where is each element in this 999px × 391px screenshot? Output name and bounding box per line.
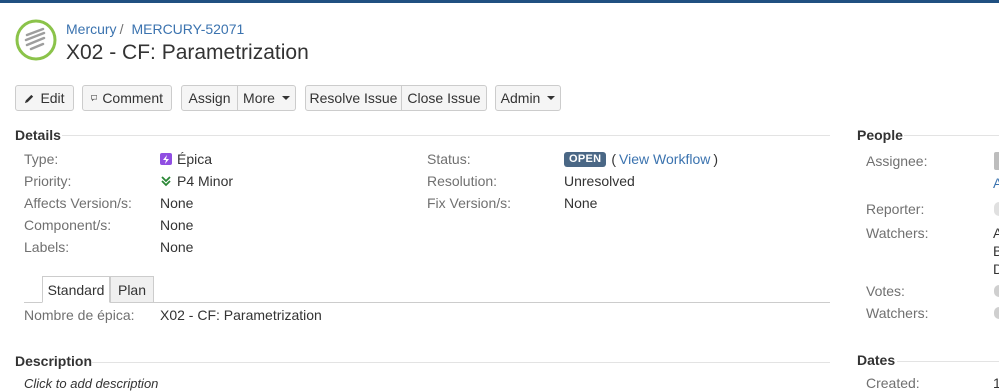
labels-label: Labels: — [24, 239, 70, 255]
type-value: Épica — [160, 151, 212, 167]
components-value[interactable]: None — [160, 217, 193, 233]
people-divider — [904, 135, 999, 136]
close-issue-button-label: Close Issue — [407, 90, 481, 106]
people-heading[interactable]: People — [857, 127, 903, 143]
breadcrumb-project-link[interactable]: Mercury — [66, 21, 117, 37]
status-close-paren: ) — [713, 151, 719, 167]
status-open-paren: ( — [611, 151, 617, 167]
details-divider — [62, 135, 830, 136]
assignee-avatar[interactable] — [994, 152, 999, 170]
more-button-label: More — [243, 90, 275, 106]
created-label: Created: — [866, 375, 920, 391]
admin-button-label: Admin — [500, 90, 541, 106]
description-placeholder[interactable]: Click to add description — [24, 376, 158, 391]
created-value: 1 — [993, 375, 999, 391]
breadcrumb: Mercury / MERCURY-52071 — [66, 21, 244, 37]
resolution-value: Unresolved — [564, 173, 635, 189]
labels-value[interactable]: None — [160, 239, 193, 255]
priority-label: Priority: — [24, 173, 72, 189]
chevron-down-icon — [281, 96, 290, 100]
watchers-count-badge[interactable] — [994, 307, 999, 319]
project-avatar-icon[interactable] — [15, 19, 57, 61]
watchers-label: Watchers: — [866, 225, 929, 241]
affects-version-value[interactable]: None — [160, 195, 193, 211]
assign-button-label: Assign — [188, 90, 231, 106]
description-heading[interactable]: Description — [15, 353, 92, 369]
votes-badge[interactable] — [994, 285, 999, 297]
epic-name-value[interactable]: X02 - CF: Parametrization — [160, 307, 322, 323]
epic-icon — [160, 153, 172, 165]
watchers-value-1: A — [993, 225, 999, 241]
priority-value-text: P4 Minor — [177, 173, 234, 189]
description-divider — [92, 362, 830, 363]
chevron-down-icon — [547, 96, 556, 100]
assignee-label: Assignee: — [866, 153, 928, 169]
type-value-text: Épica — [177, 151, 213, 167]
breadcrumb-issue-key-link[interactable]: MERCURY-52071 — [131, 21, 244, 37]
assign-button[interactable]: Assign — [181, 85, 238, 111]
view-workflow-link[interactable]: View Workflow — [619, 151, 710, 167]
pencil-icon — [25, 94, 34, 103]
status-label: Status: — [427, 151, 471, 167]
tab-plan[interactable]: Plan — [110, 276, 154, 303]
close-issue-button[interactable]: Close Issue — [402, 85, 487, 111]
header-bar — [0, 0, 999, 3]
priority-value: P4 Minor — [160, 173, 233, 189]
watchers-value-2: B — [993, 243, 999, 259]
comment-button-label: Comment — [102, 90, 163, 106]
edit-button[interactable]: Edit — [15, 85, 74, 111]
reporter-avatar[interactable] — [994, 202, 999, 216]
votes-label: Votes: — [866, 283, 905, 299]
more-button[interactable]: More — [238, 85, 296, 111]
admin-button[interactable]: Admin — [495, 85, 561, 111]
resolve-issue-button-label: Resolve Issue — [309, 90, 398, 106]
resolution-label: Resolution: — [427, 173, 498, 189]
resolve-issue-button[interactable]: Resolve Issue — [305, 85, 402, 111]
comment-button[interactable]: Comment — [82, 85, 172, 111]
priority-minor-icon — [161, 176, 171, 187]
assignee-link[interactable]: A — [993, 175, 999, 191]
status-badge: OPEN — [564, 151, 607, 167]
dates-heading[interactable]: Dates — [857, 352, 895, 368]
edit-button-label: Edit — [40, 90, 65, 106]
affects-version-label: Affects Version/s: — [24, 195, 132, 211]
status-value: OPEN (View Workflow) — [564, 151, 718, 167]
epic-name-label: Nombre de épica: — [24, 307, 135, 323]
breadcrumb-separator: / — [119, 21, 124, 37]
watchers-value-3: D — [993, 261, 999, 277]
details-heading[interactable]: Details — [15, 127, 61, 143]
fix-version-value[interactable]: None — [564, 195, 597, 211]
reporter-label: Reporter: — [866, 201, 925, 217]
fix-version-label: Fix Version/s: — [427, 195, 512, 211]
comment-icon — [91, 95, 98, 102]
dates-divider — [897, 361, 999, 362]
components-label: Component/s: — [24, 217, 112, 233]
issue-title[interactable]: X02 - CF: Parametrization — [66, 41, 309, 65]
watchers-count-label: Watchers: — [866, 305, 929, 321]
type-label: Type: — [24, 151, 59, 167]
tab-standard[interactable]: Standard — [42, 276, 110, 303]
